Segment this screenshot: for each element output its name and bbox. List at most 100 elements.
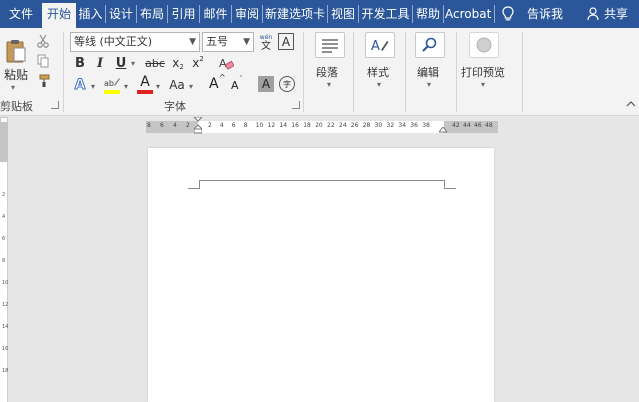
vertical-ruler[interactable]: 2 4 6 8 10 12 14 16 18 <box>0 122 8 402</box>
change-case-dropdown-icon[interactable]: ▾ <box>189 82 193 91</box>
clipboard-group-label: 剪贴板 <box>0 100 33 113</box>
ruler-tick-label: 4 <box>173 122 177 129</box>
enclose-characters-button[interactable]: 字 <box>279 76 295 92</box>
font-group-label: 字体 <box>164 100 186 113</box>
copy-icon[interactable] <box>37 54 50 68</box>
text-effects-button[interactable]: A <box>72 75 88 95</box>
subscript-button[interactable]: x2 <box>170 54 186 72</box>
character-shading-button[interactable]: A <box>258 76 274 92</box>
underline-button[interactable]: U <box>113 54 129 72</box>
highlight-button[interactable]: ab <box>103 75 121 95</box>
tab-file[interactable]: 文件 <box>4 0 38 28</box>
grow-font-button[interactable]: A ^ <box>208 73 226 95</box>
ruler-tick-label: 46 <box>474 122 482 129</box>
font-color-dropdown-icon[interactable]: ▾ <box>156 82 160 91</box>
subscript-base: x <box>172 56 180 70</box>
tab-references[interactable]: 引用 <box>169 0 198 28</box>
ruler-tick-label: 2 <box>208 122 212 129</box>
paragraph-icon-box[interactable] <box>315 32 345 58</box>
tell-me-box[interactable]: 告诉我 <box>500 0 570 28</box>
chevron-down-icon[interactable]: ▾ <box>377 80 381 89</box>
ruler-tick-label: 8 <box>147 122 151 129</box>
tab-mailings[interactable]: 邮件 <box>201 0 230 28</box>
editing-icon-box[interactable] <box>415 32 445 58</box>
text-effects-dropdown-icon[interactable]: ▾ <box>91 82 95 91</box>
tab-new-tab[interactable]: 新建选项卡 <box>264 0 326 28</box>
lightbulb-icon <box>502 6 514 21</box>
superscript-base: x <box>192 56 200 70</box>
paragraph-label: 段落 <box>316 66 338 79</box>
cut-icon[interactable] <box>36 34 50 48</box>
shrink-font-button[interactable]: A ˇ <box>230 75 246 95</box>
print-preview-icon-box[interactable] <box>469 32 499 58</box>
tab-home[interactable]: 开始 <box>42 3 76 28</box>
ruler-tick-label: 26 <box>350 122 359 129</box>
underline-dropdown-icon[interactable]: ▾ <box>131 59 135 68</box>
chevron-down-icon[interactable]: ▾ <box>327 80 331 89</box>
clipboard-launcher-icon[interactable] <box>51 101 59 109</box>
tab-developer[interactable]: 开发工具 <box>360 0 411 28</box>
ruler-tick-label: 48 <box>485 122 493 129</box>
chevron-down-icon[interactable]: ▼ <box>189 33 196 51</box>
change-case-button[interactable]: Aa <box>167 75 187 95</box>
ruler-tick-label: 36 <box>410 122 418 129</box>
tab-review[interactable]: 审阅 <box>233 0 261 28</box>
clear-formatting-icon[interactable]: A <box>218 56 234 71</box>
document-page[interactable] <box>148 148 494 402</box>
font-size-combobox[interactable]: 五号 ▼ <box>202 32 254 52</box>
format-painter-icon[interactable] <box>37 74 51 88</box>
vertical-ruler-tick-label: 2 <box>2 192 6 198</box>
character-border-button[interactable]: A <box>278 33 294 50</box>
grow-font-letter: A <box>209 76 219 92</box>
font-name-value: 等线 (中文正文) <box>74 35 153 48</box>
tab-acrobat[interactable]: Acrobat <box>445 0 491 28</box>
vertical-ruler-tick-label: 8 <box>2 258 6 264</box>
strikethrough-button[interactable]: abc <box>144 54 166 72</box>
font-launcher-icon[interactable] <box>292 101 300 109</box>
paste-dropdown-icon[interactable]: ▾ <box>11 83 15 92</box>
tab-insert[interactable]: 插入 <box>77 0 104 28</box>
bold-button[interactable]: B <box>72 54 88 72</box>
chevron-down-icon[interactable]: ▼ <box>243 33 250 51</box>
share-button[interactable]: 共享 <box>585 0 637 28</box>
ruler-tick-label: 42 <box>452 122 460 129</box>
tab-design[interactable]: 设计 <box>107 0 135 28</box>
ruler-tick-label: 38 <box>422 122 430 129</box>
ruler-tick-label: 6 <box>231 122 236 129</box>
indent-marker-icon[interactable] <box>194 117 202 137</box>
ruler-tick-label: 6 <box>160 122 164 129</box>
tab-separator <box>358 5 359 23</box>
vertical-ruler-tick-label: 18 <box>2 368 9 374</box>
group-separator <box>63 32 64 112</box>
ruler-tick-label: 10 <box>255 122 264 129</box>
styles-icon-box[interactable]: A <box>365 32 395 58</box>
ruler-tick-label: 32 <box>386 122 395 129</box>
vertical-ruler-tick-label: 4 <box>2 214 6 220</box>
phonetic-guide-button[interactable]: wén 文 <box>257 31 275 53</box>
tab-help[interactable]: 帮助 <box>414 0 442 28</box>
ruler-tick-label: 2 <box>186 122 190 129</box>
font-name-combobox[interactable]: 等线 (中文正文) ▼ <box>70 32 200 52</box>
chevron-down-icon[interactable]: ▾ <box>481 80 485 89</box>
tab-layout[interactable]: 布局 <box>138 0 166 28</box>
highlight-dropdown-icon[interactable]: ▾ <box>124 82 128 91</box>
svg-text:A: A <box>219 57 227 70</box>
shrink-font-letter: A <box>231 79 239 92</box>
font-color-button[interactable]: A <box>137 74 153 95</box>
tab-view[interactable]: 视图 <box>329 0 357 28</box>
ruler-tick-label: 4 <box>219 122 224 129</box>
ruler-tick-label: 20 <box>315 122 323 129</box>
chevron-down-icon[interactable]: ▾ <box>427 80 431 89</box>
paste-button[interactable]: 粘贴 <box>2 32 30 88</box>
ruler-tick-label: 12 <box>267 122 276 129</box>
tab-separator <box>262 5 263 23</box>
ruler-tick-label: 18 <box>303 122 311 129</box>
superscript-button[interactable]: x2 <box>190 54 206 72</box>
print-preview-icon <box>476 37 492 53</box>
collapse-ribbon-icon[interactable] <box>626 100 636 108</box>
horizontal-ruler[interactable]: 8 6 4 2 2 4 6 8 10 12 14 16 18 20 22 24 26 28 30 32 34 36 38 42… <box>146 117 498 135</box>
ribbon-home: 粘贴 ▾ 剪贴板 等线 (中文正文) ▼ 五号 ▼ wén 文 A B I U … <box>0 28 639 116</box>
italic-button[interactable]: I <box>92 54 108 72</box>
right-indent-marker-icon[interactable] <box>439 127 447 135</box>
person-icon <box>587 7 599 21</box>
